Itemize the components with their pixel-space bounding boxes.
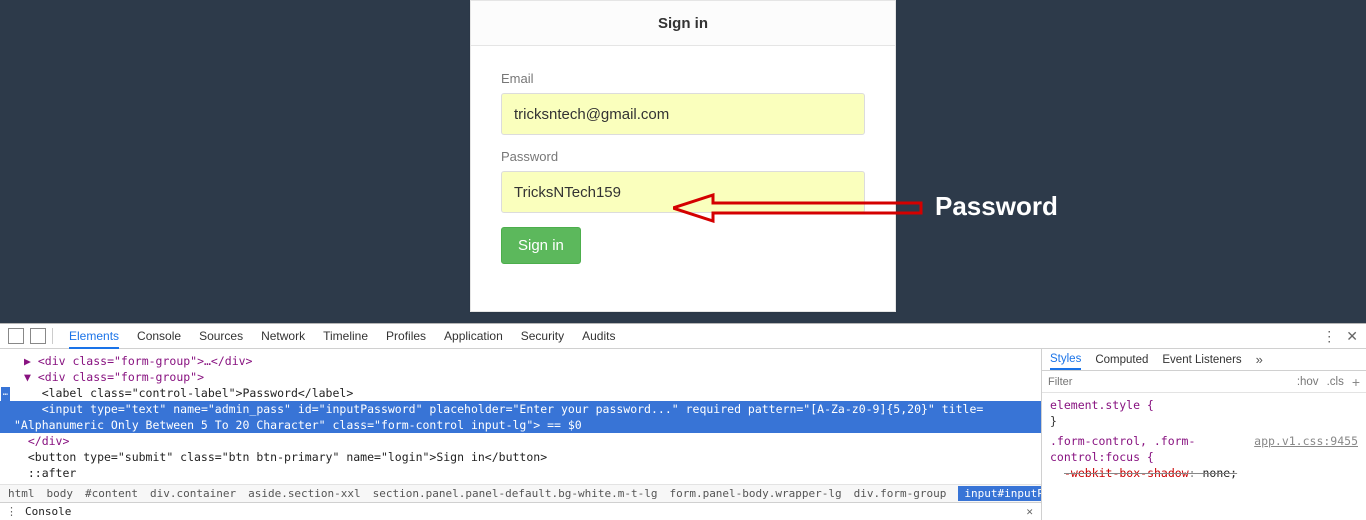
panel-heading: Sign in: [471, 1, 895, 46]
annotation-text: Password: [935, 191, 1058, 222]
drawer-close-icon[interactable]: ✕: [1026, 505, 1033, 518]
tab-computed[interactable]: Computed: [1095, 354, 1148, 366]
bc-item[interactable]: div.form-group: [854, 487, 947, 500]
code-line: </div>: [0, 433, 1041, 449]
panel-body: Email Password Sign in: [471, 46, 895, 282]
console-drawer[interactable]: ⋮ Console ✕: [0, 502, 1041, 520]
tab-elements[interactable]: Elements: [69, 329, 119, 349]
page-background: Sign in Email Password Sign in Password: [0, 0, 1366, 323]
code-line: <label class="control-label">Password</l…: [0, 385, 1041, 401]
signin-panel: Sign in Email Password Sign in: [470, 0, 896, 312]
new-rule-button[interactable]: +: [1352, 374, 1360, 390]
devtools-main: ⋯ ▶ <div class="form-group">…</div> ▼ <d…: [0, 349, 1366, 520]
tab-profiles[interactable]: Profiles: [386, 329, 426, 343]
breadcrumb[interactable]: html body #content div.container aside.s…: [0, 484, 1041, 502]
elements-pane[interactable]: ⋯ ▶ <div class="form-group">…</div> ▼ <d…: [0, 349, 1042, 520]
cls-toggle[interactable]: .cls: [1327, 376, 1344, 388]
styles-pane: Styles Computed Event Listeners » :hov .…: [1042, 349, 1366, 520]
tab-sources[interactable]: Sources: [199, 329, 243, 343]
styles-filter-row: :hov .cls +: [1042, 371, 1366, 393]
hov-toggle[interactable]: :hov: [1297, 376, 1319, 388]
bc-item-active[interactable]: input#inputPassword.form-control.input-l…: [958, 486, 1041, 501]
css-selector: element.style {: [1050, 398, 1154, 412]
tab-styles[interactable]: Styles: [1050, 353, 1081, 370]
drawer-menu-icon[interactable]: ⋮: [6, 505, 17, 518]
inspect-icon[interactable]: [8, 328, 24, 344]
css-brace: }: [1050, 414, 1057, 428]
bc-item[interactable]: form.panel-body.wrapper-lg: [669, 487, 841, 500]
kebab-menu-icon[interactable]: ⋮: [1322, 328, 1336, 345]
styles-filter-input[interactable]: [1048, 376, 1289, 388]
code-line: ▼ <div class="form-group">: [0, 369, 1041, 385]
bc-item[interactable]: div.container: [150, 487, 236, 500]
email-field[interactable]: [501, 93, 865, 135]
bc-item[interactable]: aside.section-xxl: [248, 487, 361, 500]
more-tabs-icon[interactable]: »: [1256, 352, 1263, 367]
devtools-toolbar: Elements Console Sources Network Timelin…: [0, 324, 1366, 349]
bc-item[interactable]: html: [8, 487, 35, 500]
css-prop: -webkit-box-shadow: [1064, 466, 1189, 480]
code-line: <button type="submit" class="btn btn-pri…: [0, 449, 1041, 465]
code-line: ::after: [0, 465, 1041, 481]
selected-code-line: <input type="text" name="admin_pass" id=…: [0, 401, 1041, 417]
email-label: Email: [501, 71, 865, 86]
tab-audits[interactable]: Audits: [582, 329, 615, 343]
dom-tree[interactable]: ▶ <div class="form-group">…</div> ▼ <div…: [0, 349, 1041, 481]
tab-console[interactable]: Console: [137, 329, 181, 343]
css-selector: .form-control, .form-control:focus {: [1050, 434, 1195, 464]
selected-code-line: "Alphanumeric Only Between 5 To 20 Chara…: [0, 417, 1041, 433]
drawer-label: Console: [25, 505, 71, 518]
signin-button[interactable]: Sign in: [501, 227, 581, 264]
tab-network[interactable]: Network: [261, 329, 305, 343]
tab-security[interactable]: Security: [521, 329, 564, 343]
code-line: ▶ <div class="form-group">…</div>: [0, 353, 1041, 369]
css-source-link[interactable]: app.v1.css:9455: [1254, 433, 1358, 449]
styles-tabs: Styles Computed Event Listeners »: [1042, 349, 1366, 371]
styles-body[interactable]: element.style { } app.v1.css:9455 .form-…: [1042, 393, 1366, 485]
password-label: Password: [501, 149, 865, 164]
line-marker-icon: ⋯: [1, 387, 10, 403]
tab-application[interactable]: Application: [444, 329, 503, 343]
css-val: none;: [1202, 466, 1237, 480]
bc-item[interactable]: body: [47, 487, 74, 500]
bc-item[interactable]: section.panel.panel-default.bg-white.m-t…: [373, 487, 658, 500]
password-field[interactable]: [501, 171, 865, 213]
password-group: Password: [501, 149, 865, 213]
toolbar-divider: [52, 328, 53, 344]
tab-event-listeners[interactable]: Event Listeners: [1162, 354, 1241, 366]
email-group: Email: [501, 71, 865, 135]
bc-item[interactable]: #content: [85, 487, 138, 500]
devtools-panel: Elements Console Sources Network Timelin…: [0, 323, 1366, 520]
close-icon[interactable]: ✕: [1346, 328, 1358, 345]
tab-timeline[interactable]: Timeline: [323, 329, 368, 343]
devtools-tabs: Elements Console Sources Network Timelin…: [69, 329, 615, 343]
device-toggle-icon[interactable]: [30, 328, 46, 344]
